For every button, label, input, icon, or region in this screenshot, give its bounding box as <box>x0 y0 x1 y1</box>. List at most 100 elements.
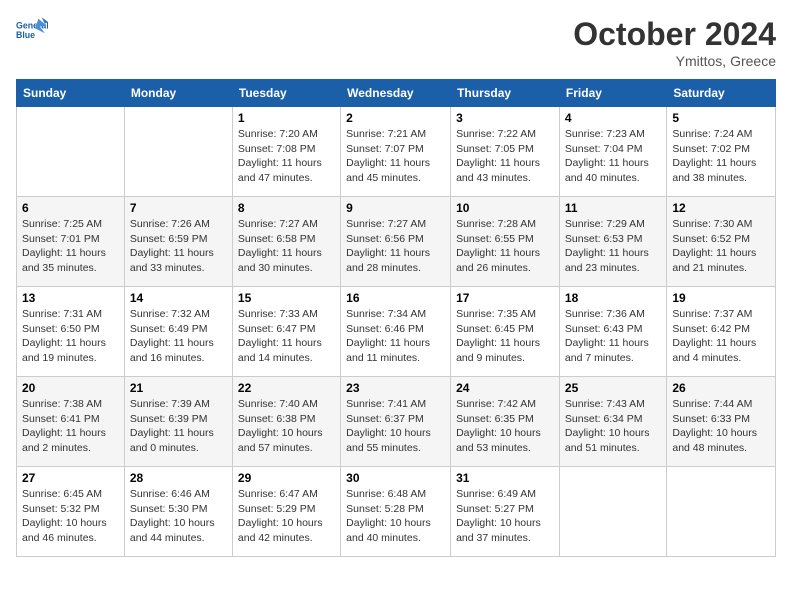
day-info: Sunrise: 7:42 AMSunset: 6:35 PMDaylight:… <box>456 398 541 454</box>
day-info: Sunrise: 7:26 AMSunset: 6:59 PMDaylight:… <box>130 218 214 274</box>
day-info: Sunrise: 7:35 AMSunset: 6:45 PMDaylight:… <box>456 308 540 364</box>
day-cell: 4 Sunrise: 7:23 AMSunset: 7:04 PMDaylight… <box>559 107 666 197</box>
header-monday: Monday <box>124 80 232 107</box>
day-cell: 11 Sunrise: 7:29 AMSunset: 6:53 PMDayligh… <box>559 197 666 287</box>
day-cell: 20 Sunrise: 7:38 AMSunset: 6:41 PMDayligh… <box>17 377 125 467</box>
day-info: Sunrise: 7:21 AMSunset: 7:07 PMDaylight:… <box>346 128 430 184</box>
day-cell: 26 Sunrise: 7:44 AMSunset: 6:33 PMDayligh… <box>667 377 776 467</box>
day-number: 19 <box>672 291 770 305</box>
day-cell: 29Sunrise: 6:47 AMSunset: 5:29 PMDayligh… <box>232 467 340 557</box>
day-info: Sunrise: 7:33 AMSunset: 6:47 PMDaylight:… <box>238 308 322 364</box>
day-cell: 7 Sunrise: 7:26 AMSunset: 6:59 PMDaylight… <box>124 197 232 287</box>
day-number: 11 <box>565 201 661 215</box>
header-sunday: Sunday <box>17 80 125 107</box>
header-saturday: Saturday <box>667 80 776 107</box>
day-info: Sunrise: 7:37 AMSunset: 6:42 PMDaylight:… <box>672 308 756 364</box>
title-area: October 2024 Ymittos, Greece <box>573 16 776 69</box>
day-cell: 18 Sunrise: 7:36 AMSunset: 6:43 PMDayligh… <box>559 287 666 377</box>
day-cell <box>124 107 232 197</box>
day-cell <box>667 467 776 557</box>
calendar-table: SundayMondayTuesdayWednesdayThursdayFrid… <box>16 79 776 557</box>
day-info: Sunrise: 6:49 AMSunset: 5:27 PMDaylight:… <box>456 488 541 544</box>
day-number: 31 <box>456 471 554 485</box>
day-cell: 9Sunrise: 7:27 AMSunset: 6:56 PMDaylight… <box>341 197 451 287</box>
day-info: Sunrise: 7:39 AMSunset: 6:39 PMDaylight:… <box>130 398 214 454</box>
day-cell: 30 Sunrise: 6:48 AMSunset: 5:28 PMDayligh… <box>341 467 451 557</box>
week-row-1: 1 Sunrise: 7:20 AMSunset: 7:08 PMDaylight… <box>17 107 776 197</box>
day-number: 12 <box>672 201 770 215</box>
day-cell: 1 Sunrise: 7:20 AMSunset: 7:08 PMDaylight… <box>232 107 340 197</box>
svg-text:Blue: Blue <box>16 30 35 40</box>
day-number: 27 <box>22 471 119 485</box>
day-cell: 27 Sunrise: 6:45 AMSunset: 5:32 PMDayligh… <box>17 467 125 557</box>
day-number: 15 <box>238 291 335 305</box>
logo: General Blue <box>16 16 48 44</box>
day-info: Sunrise: 7:28 AMSunset: 6:55 PMDaylight:… <box>456 218 540 274</box>
week-row-4: 20 Sunrise: 7:38 AMSunset: 6:41 PMDayligh… <box>17 377 776 467</box>
day-cell <box>559 467 666 557</box>
header-thursday: Thursday <box>451 80 560 107</box>
day-info: Sunrise: 7:30 AMSunset: 6:52 PMDaylight:… <box>672 218 756 274</box>
day-number: 16 <box>346 291 445 305</box>
day-number: 18 <box>565 291 661 305</box>
day-number: 2 <box>346 111 445 125</box>
calendar-header-row: SundayMondayTuesdayWednesdayThursdayFrid… <box>17 80 776 107</box>
day-info: Sunrise: 7:29 AMSunset: 6:53 PMDaylight:… <box>565 218 649 274</box>
day-cell: 12 Sunrise: 7:30 AMSunset: 6:52 PMDayligh… <box>667 197 776 287</box>
location-subtitle: Ymittos, Greece <box>573 53 776 69</box>
day-info: Sunrise: 7:31 AMSunset: 6:50 PMDaylight:… <box>22 308 106 364</box>
day-number: 10 <box>456 201 554 215</box>
day-cell: 22 Sunrise: 7:40 AMSunset: 6:38 PMDayligh… <box>232 377 340 467</box>
day-number: 4 <box>565 111 661 125</box>
day-number: 7 <box>130 201 227 215</box>
header-wednesday: Wednesday <box>341 80 451 107</box>
day-number: 21 <box>130 381 227 395</box>
header-friday: Friday <box>559 80 666 107</box>
day-info: Sunrise: 6:46 AMSunset: 5:30 PMDaylight:… <box>130 488 215 544</box>
day-cell: 16Sunrise: 7:34 AMSunset: 6:46 PMDayligh… <box>341 287 451 377</box>
day-number: 22 <box>238 381 335 395</box>
day-cell: 23 Sunrise: 7:41 AMSunset: 6:37 PMDayligh… <box>341 377 451 467</box>
day-number: 30 <box>346 471 445 485</box>
day-info: Sunrise: 7:22 AMSunset: 7:05 PMDaylight:… <box>456 128 540 184</box>
day-info: Sunrise: 6:45 AMSunset: 5:32 PMDaylight:… <box>22 488 107 544</box>
day-cell: 24 Sunrise: 7:42 AMSunset: 6:35 PMDayligh… <box>451 377 560 467</box>
week-row-3: 13 Sunrise: 7:31 AMSunset: 6:50 PMDayligh… <box>17 287 776 377</box>
day-cell: 6Sunrise: 7:25 AMSunset: 7:01 PMDaylight… <box>17 197 125 287</box>
day-info: Sunrise: 6:48 AMSunset: 5:28 PMDaylight:… <box>346 488 431 544</box>
day-info: Sunrise: 6:47 AMSunset: 5:29 PMDaylight:… <box>238 488 323 544</box>
day-number: 9 <box>346 201 445 215</box>
day-cell: 8 Sunrise: 7:27 AMSunset: 6:58 PMDaylight… <box>232 197 340 287</box>
day-cell: 15 Sunrise: 7:33 AMSunset: 6:47 PMDayligh… <box>232 287 340 377</box>
day-number: 1 <box>238 111 335 125</box>
day-cell: 13 Sunrise: 7:31 AMSunset: 6:50 PMDayligh… <box>17 287 125 377</box>
day-cell: 3Sunrise: 7:22 AMSunset: 7:05 PMDaylight… <box>451 107 560 197</box>
day-number: 26 <box>672 381 770 395</box>
day-info: Sunrise: 7:40 AMSunset: 6:38 PMDaylight:… <box>238 398 323 454</box>
day-cell: 14Sunrise: 7:32 AMSunset: 6:49 PMDayligh… <box>124 287 232 377</box>
day-number: 13 <box>22 291 119 305</box>
day-number: 24 <box>456 381 554 395</box>
day-cell: 17Sunrise: 7:35 AMSunset: 6:45 PMDayligh… <box>451 287 560 377</box>
day-cell: 10 Sunrise: 7:28 AMSunset: 6:55 PMDayligh… <box>451 197 560 287</box>
day-number: 8 <box>238 201 335 215</box>
day-info: Sunrise: 7:24 AMSunset: 7:02 PMDaylight:… <box>672 128 756 184</box>
day-info: Sunrise: 7:43 AMSunset: 6:34 PMDaylight:… <box>565 398 650 454</box>
day-cell: 19 Sunrise: 7:37 AMSunset: 6:42 PMDayligh… <box>667 287 776 377</box>
day-info: Sunrise: 7:20 AMSunset: 7:08 PMDaylight:… <box>238 128 322 184</box>
day-cell <box>17 107 125 197</box>
day-info: Sunrise: 7:23 AMSunset: 7:04 PMDaylight:… <box>565 128 649 184</box>
page-header: General Blue October 2024 Ymittos, Greec… <box>16 16 776 69</box>
day-cell: 5 Sunrise: 7:24 AMSunset: 7:02 PMDaylight… <box>667 107 776 197</box>
day-number: 23 <box>346 381 445 395</box>
day-number: 20 <box>22 381 119 395</box>
day-cell: 31 Sunrise: 6:49 AMSunset: 5:27 PMDayligh… <box>451 467 560 557</box>
day-info: Sunrise: 7:38 AMSunset: 6:41 PMDaylight:… <box>22 398 106 454</box>
day-info: Sunrise: 7:41 AMSunset: 6:37 PMDaylight:… <box>346 398 431 454</box>
day-info: Sunrise: 7:27 AMSunset: 6:58 PMDaylight:… <box>238 218 322 274</box>
day-info: Sunrise: 7:36 AMSunset: 6:43 PMDaylight:… <box>565 308 649 364</box>
day-cell: 25Sunrise: 7:43 AMSunset: 6:34 PMDayligh… <box>559 377 666 467</box>
day-number: 5 <box>672 111 770 125</box>
day-info: Sunrise: 7:44 AMSunset: 6:33 PMDaylight:… <box>672 398 757 454</box>
day-info: Sunrise: 7:32 AMSunset: 6:49 PMDaylight:… <box>130 308 214 364</box>
